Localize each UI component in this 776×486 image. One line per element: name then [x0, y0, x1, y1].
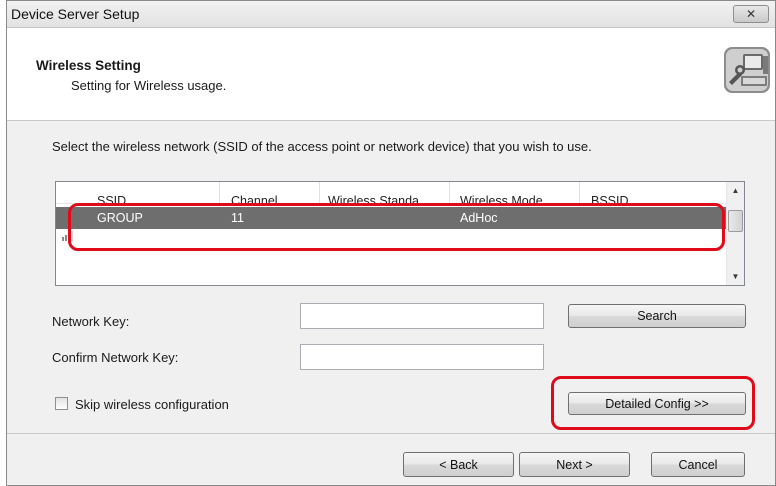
- column-ssid[interactable]: SSID: [97, 194, 197, 208]
- close-icon: ✕: [745, 7, 757, 21]
- scroll-up-icon[interactable]: ▲: [727, 182, 744, 199]
- network-key-field[interactable]: [300, 303, 544, 329]
- next-button[interactable]: Next >: [519, 452, 630, 477]
- page-title: Wireless Setting: [36, 58, 141, 73]
- setup-dialog: Device Server Setup ✕ Wireless Setting S…: [6, 0, 776, 486]
- title-bar: Device Server Setup ✕: [7, 1, 775, 28]
- computer-tool-icon: [724, 47, 770, 93]
- footer-divider: [7, 433, 775, 434]
- search-button[interactable]: Search: [568, 304, 746, 328]
- cell-channel: 11: [231, 211, 244, 225]
- list-header: SSID Channel Wireless Standa Wireless Mo…: [56, 182, 728, 208]
- scroll-down-icon[interactable]: ▼: [727, 268, 744, 285]
- column-wireless-standard[interactable]: Wireless Standa: [328, 194, 438, 208]
- scroll-thumb[interactable]: [728, 210, 743, 232]
- cell-mode: AdHoc: [460, 211, 498, 225]
- table-row[interactable]: GROUP 11 AdHoc: [56, 207, 728, 229]
- column-channel[interactable]: Channel: [231, 194, 316, 208]
- confirm-network-key-label: Confirm Network Key:: [52, 350, 179, 365]
- confirm-network-key-field[interactable]: [300, 344, 544, 370]
- network-list[interactable]: SSID Channel Wireless Standa Wireless Mo…: [55, 181, 745, 286]
- close-button[interactable]: ✕: [733, 5, 769, 23]
- window-title: Device Server Setup: [11, 6, 140, 22]
- back-button[interactable]: < Back: [403, 452, 514, 477]
- cancel-button[interactable]: Cancel: [651, 452, 745, 477]
- page-subtitle: Setting for Wireless usage.: [71, 78, 227, 93]
- network-key-label: Network Key:: [52, 314, 130, 329]
- instruction-text: Select the wireless network (SSID of the…: [52, 139, 592, 154]
- wizard-header: Wireless Setting Setting for Wireless us…: [7, 28, 775, 121]
- detailed-config-button[interactable]: Detailed Config >>: [568, 392, 746, 415]
- skip-wireless-label[interactable]: Skip wireless configuration: [75, 397, 229, 412]
- column-bssid[interactable]: BSSID: [591, 194, 701, 208]
- column-wireless-mode[interactable]: Wireless Mode: [460, 194, 570, 208]
- list-scrollbar[interactable]: ▲ ▼: [726, 182, 744, 285]
- signal-strength-icon: [62, 231, 73, 241]
- cell-ssid: GROUP: [97, 211, 143, 225]
- skip-wireless-checkbox[interactable]: [55, 397, 68, 410]
